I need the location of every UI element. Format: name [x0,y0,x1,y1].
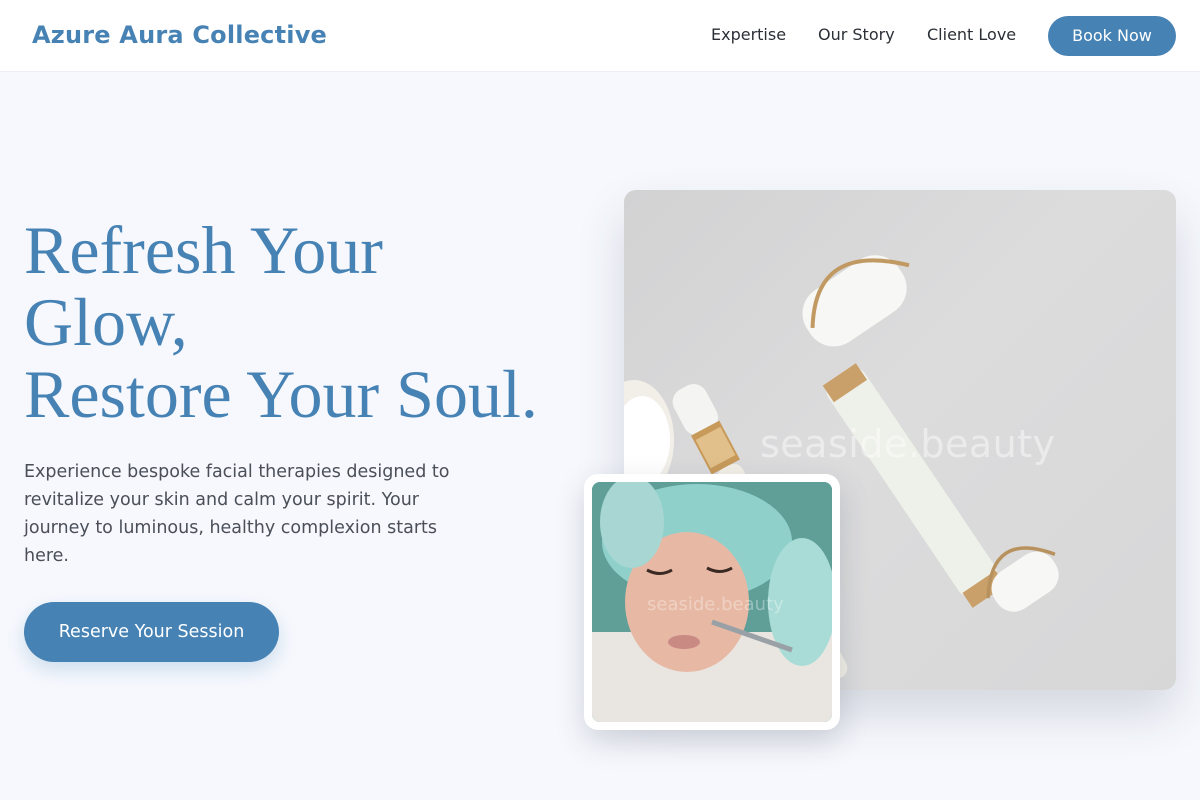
nav-link-expertise[interactable]: Expertise [711,24,786,46]
nav-link-client-love[interactable]: Client Love [927,24,1016,46]
nav-link-our-story[interactable]: Our Story [818,24,895,46]
hero-title-line: Glow, [24,284,188,360]
image-watermark: seaside.beauty [760,422,1056,466]
book-now-button[interactable]: Book Now [1048,16,1176,56]
brand-logo[interactable]: Azure Aura Collective [32,20,327,50]
image-watermark: seaside.beauty [647,594,784,615]
hero-description: Experience bespoke facial therapies desi… [24,462,450,566]
hero-title-line: Refresh Your [24,212,383,288]
site-header: Azure Aura Collective Expertise Our Stor… [0,0,1200,72]
reserve-session-button[interactable]: Reserve Your Session [24,602,279,662]
facial-treatment-image: seaside.beauty [592,482,832,722]
treatment-image-frame: seaside.beauty [584,474,840,730]
hero-title: Refresh Your Glow, Restore Your Soul. [24,214,604,430]
hero-title-line: Restore Your Soul. [24,356,538,432]
